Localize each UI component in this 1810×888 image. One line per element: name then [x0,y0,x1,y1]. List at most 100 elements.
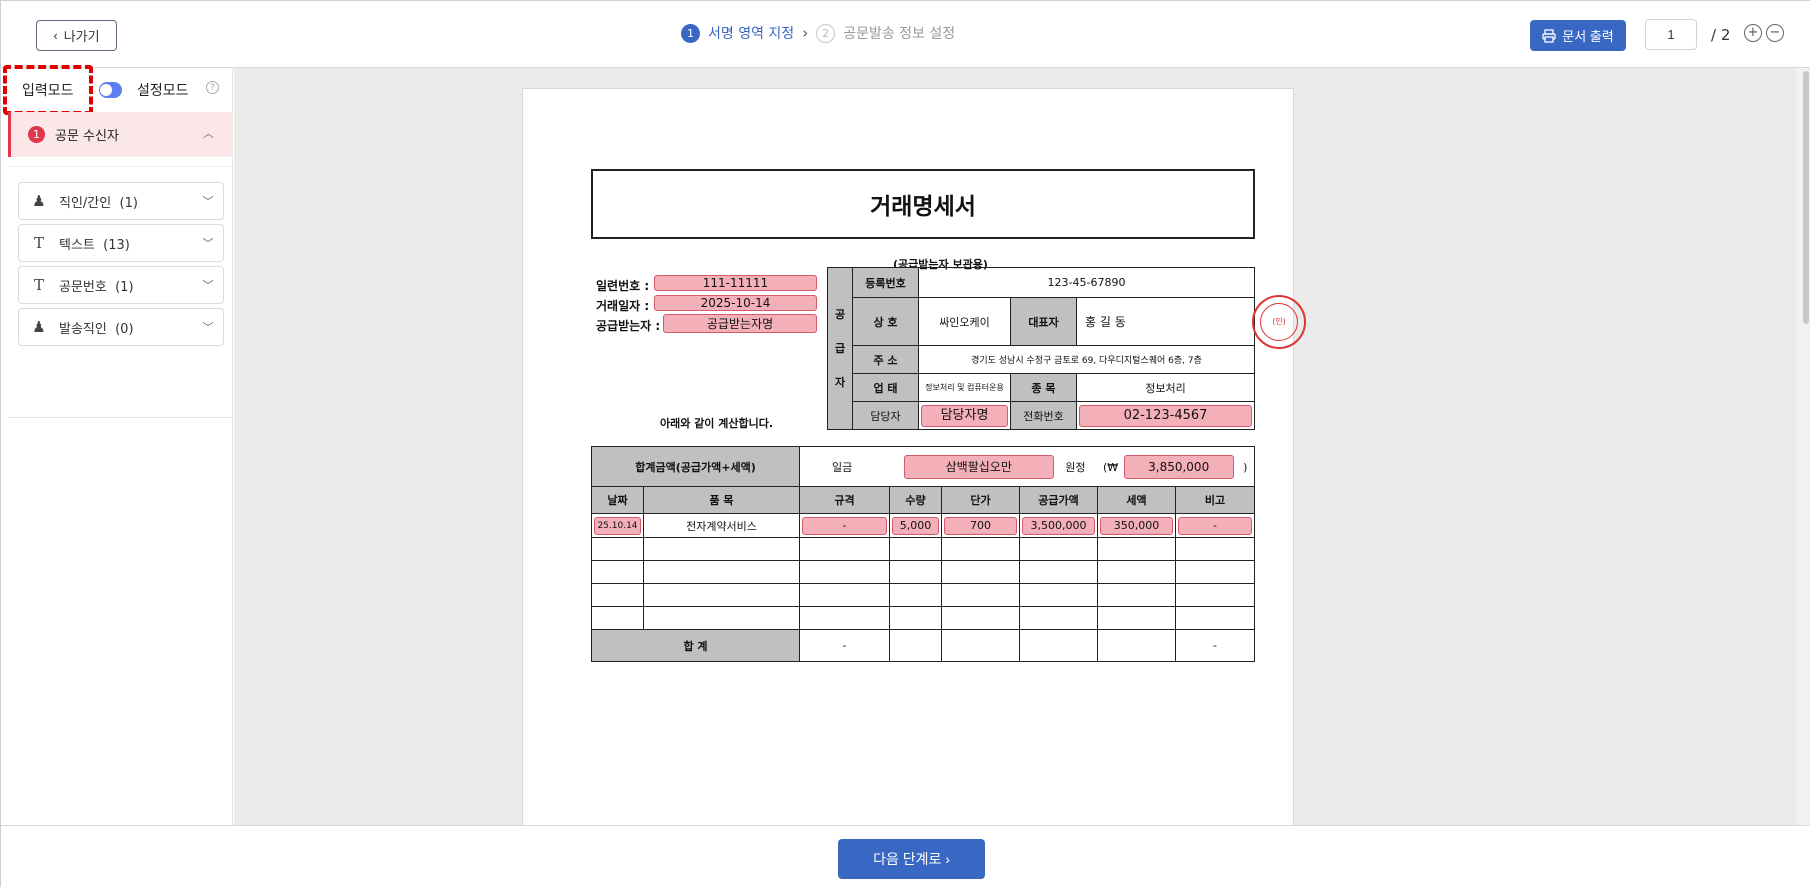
document-title: 거래명세서 [591,169,1255,239]
printer-icon [1542,28,1556,43]
col-date: 날짜 [591,486,644,514]
text-icon: T [33,234,44,252]
manager-label: 담당자 [852,401,919,430]
receiver-label: 공급받는자 : [596,319,661,333]
zoom-out-icon[interactable]: − [1766,24,1784,42]
step-2-label: 공문발송 정보 설정 [843,26,956,42]
table-row: 25.10.14 전자계약서비스 - 5,000 700 3,500,000 3… [591,513,1255,538]
field-item-count: (13) [103,237,130,253]
page-total: / 2 [1711,26,1731,44]
seal-text: (인) [1260,303,1298,341]
field-type-panel: ♟ 직인/간인 (1) ﹀ T 텍스트 (13) ﹀ T 공문번호 (1) ﹀ … [8,166,233,418]
col-spec: 규격 [799,486,890,514]
step-indicator: 1 서명 영역 지정 › 2 공문발송 정보 설정 [681,23,955,43]
ceo-value: 홍 길 동 [1076,297,1255,346]
biz-type-label: 업 태 [852,373,919,402]
phone-field[interactable]: 02-123-4567 [1079,404,1252,427]
print-button[interactable]: 문서 출력 [1530,20,1626,51]
scrollbar-thumb[interactable] [1803,71,1809,324]
receiver-field[interactable]: 공급받는자명 [663,314,817,333]
document-canvas[interactable]: 거래명세서 (공급받는자 보관용) 일련번호 : 111-11111 거래일자 … [234,68,1796,825]
col-tax: 세액 [1097,486,1176,514]
won-symbol: (₩ [1103,460,1119,474]
address-label: 주 소 [852,345,919,374]
date-label: 거래일자 : [596,299,650,313]
manager-field[interactable]: 담당자명 [921,404,1008,427]
chevron-down-icon: ﹀ [202,195,214,208]
mode-row: 입력모드 설정모드 ? [1,65,233,115]
reg-value: 123-45-67890 [918,267,1255,298]
row-supply-field[interactable]: 3,500,000 [1022,516,1095,535]
close-paren: ) [1243,460,1248,474]
page-number-input[interactable] [1645,19,1697,50]
date-field[interactable]: 2025-10-14 [654,295,817,311]
toggle-knob [100,84,112,96]
chevron-right-icon: › [802,24,809,42]
table-row [591,560,1255,584]
chevron-down-icon: ﹀ [202,279,214,292]
zoom-in-icon[interactable]: + [1744,24,1762,42]
recipient-number-badge: 1 [28,126,45,143]
reg-label: 등록번호 [852,267,919,298]
total-value-field[interactable]: 3,850,000 [1123,454,1234,479]
field-item-seal[interactable]: ♟ 직인/간인 (1) ﹀ [18,182,224,220]
supplier-side-label: 공급자 [827,267,853,430]
sum-spec: - [799,629,890,662]
biz-item-label: 종 목 [1010,373,1077,402]
serial-label: 일련번호 : [596,279,650,293]
stamp-icon: ♟ [32,192,46,210]
bottom-bar: 다음 단계로 › [1,825,1810,888]
row-spec-field[interactable]: - [802,516,887,535]
app-frame: ‹ 나가기 1 서명 영역 지정 › 2 공문발송 정보 설정 문서 출력 / … [0,0,1810,888]
address-value: 경기도 성남시 수정구 금토로 69, 다우디지털스퀘어 6층, 7층 [918,345,1255,374]
help-icon[interactable]: ? [206,81,219,94]
row-date-field[interactable]: 25.10.14 [594,516,641,535]
field-item-count: (1) [115,279,134,295]
total-korean-field[interactable]: 삼백팔십오만 [903,454,1054,479]
field-item-count: (1) [119,195,138,211]
step-2-number: 2 [816,23,836,43]
ceo-label: 대표자 [1010,297,1077,346]
mode-toggle[interactable] [99,82,122,98]
field-item-text[interactable]: T 텍스트 (13) ﹀ [18,224,224,262]
back-label: 나가기 [63,29,100,44]
total-label: 합계금액(공급가액+세액) [591,446,800,487]
setting-mode-label[interactable]: 설정모드 [137,80,189,100]
biz-item-value: 정보처리 [1076,373,1255,402]
field-item-label: 발송직인 [59,321,107,337]
document-page: 거래명세서 (공급받는자 보관용) 일련번호 : 111-11111 거래일자 … [522,88,1306,825]
row-tax-field[interactable]: 350,000 [1100,516,1173,535]
table-row [591,583,1255,607]
row-price-field[interactable]: 700 [944,516,1017,535]
col-price: 단가 [941,486,1020,514]
row-qty-field[interactable]: 5,000 [892,516,939,535]
supplier-table: 공급자 등록번호 123-45-67890 상 호 싸인오케이 대표자 홍 길 … [827,267,1255,430]
table-header-row: 날짜 품 목 규격 수량 단가 공급가액 세액 비고 [591,486,1255,514]
back-button[interactable]: ‹ 나가기 [36,20,117,51]
print-label: 문서 출력 [1562,29,1614,44]
sum-row: 합 계 - - [591,629,1255,662]
row-note-field[interactable]: - [1178,516,1252,535]
company-label: 상 호 [852,297,919,346]
wonjeong-label: 원정 [1065,460,1086,474]
step-1-label: 서명 영역 지정 [708,26,795,42]
row-item: 전자계약서비스 [643,513,800,538]
field-item-send-seal[interactable]: ♟ 발송직인 (0) ﹀ [18,308,224,346]
serial-field[interactable]: 111-11111 [654,275,817,291]
text-icon: T [33,276,44,294]
field-item-doc-number[interactable]: T 공문번호 (1) ﹀ [18,266,224,304]
amount-table: 합계금액(공급가액+세액) 일금 삼백팔십오만 원정 (₩ 3,850,000 … [591,446,1255,662]
ilgeum-label: 일금 [832,460,853,474]
next-step-button[interactable]: 다음 단계로 › [838,839,985,879]
stamp-icon: ♟ [32,318,46,336]
chevron-up-icon: ︿ [203,127,214,140]
sum-label: 합 계 [591,629,800,662]
chevron-down-icon: ﹀ [202,237,214,250]
field-item-count: (0) [115,321,134,337]
input-mode-highlight [3,65,93,115]
table-row [591,606,1255,630]
col-supply: 공급가액 [1019,486,1098,514]
table-row [591,537,1255,561]
recipient-section-header[interactable]: 1 공문 수신자 ︿ [8,112,233,157]
sum-note: - [1175,629,1255,662]
